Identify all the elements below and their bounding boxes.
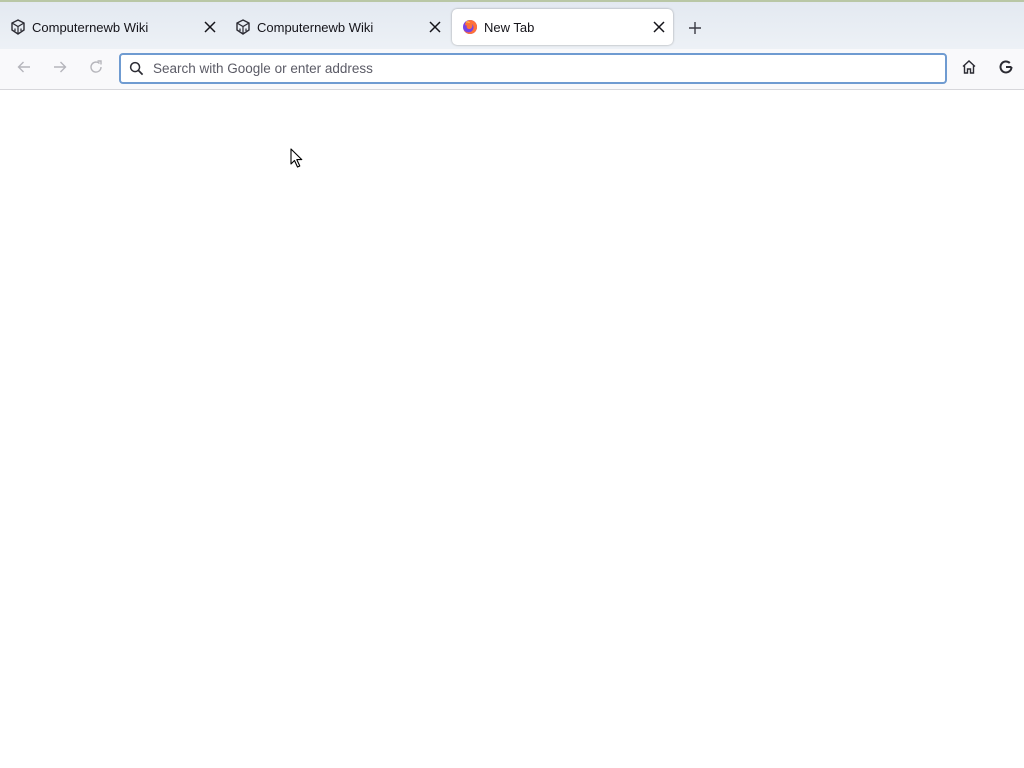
wiki-logo-icon	[10, 19, 26, 35]
page-content	[0, 90, 1024, 768]
address-input[interactable]	[153, 61, 945, 76]
google-g-icon	[998, 59, 1014, 80]
arrow-right-icon	[52, 59, 68, 80]
firefox-logo-icon	[462, 19, 478, 35]
address-bar[interactable]	[119, 53, 947, 84]
browser-window: Computernewb Wiki Computernewb Wiki New …	[0, 0, 1024, 768]
home-icon	[961, 59, 977, 80]
search-icon	[128, 61, 144, 77]
home-button[interactable]	[955, 55, 983, 83]
close-tab-icon[interactable]	[647, 15, 671, 39]
close-tab-icon[interactable]	[423, 15, 447, 39]
reload-button[interactable]	[82, 55, 110, 83]
tab-computernewb-wiki-2[interactable]: Computernewb Wiki	[225, 9, 449, 45]
new-tab-button[interactable]	[681, 16, 709, 44]
arrow-left-icon	[16, 59, 32, 80]
tab-new-tab[interactable]: New Tab	[452, 9, 673, 45]
extension-button[interactable]	[992, 55, 1020, 83]
tab-label: New Tab	[484, 19, 535, 35]
reload-icon	[88, 59, 104, 80]
close-tab-icon[interactable]	[198, 15, 222, 39]
mouse-cursor-icon	[290, 148, 304, 168]
navigation-toolbar	[0, 49, 1024, 90]
tab-computernewb-wiki-1[interactable]: Computernewb Wiki	[0, 9, 224, 45]
forward-button[interactable]	[46, 55, 74, 83]
back-button[interactable]	[10, 55, 38, 83]
plus-icon	[688, 21, 702, 40]
wiki-logo-icon	[235, 19, 251, 35]
tab-label: Computernewb Wiki	[32, 19, 149, 35]
tab-strip: Computernewb Wiki Computernewb Wiki New …	[0, 0, 1024, 49]
tab-label: Computernewb Wiki	[257, 19, 374, 35]
